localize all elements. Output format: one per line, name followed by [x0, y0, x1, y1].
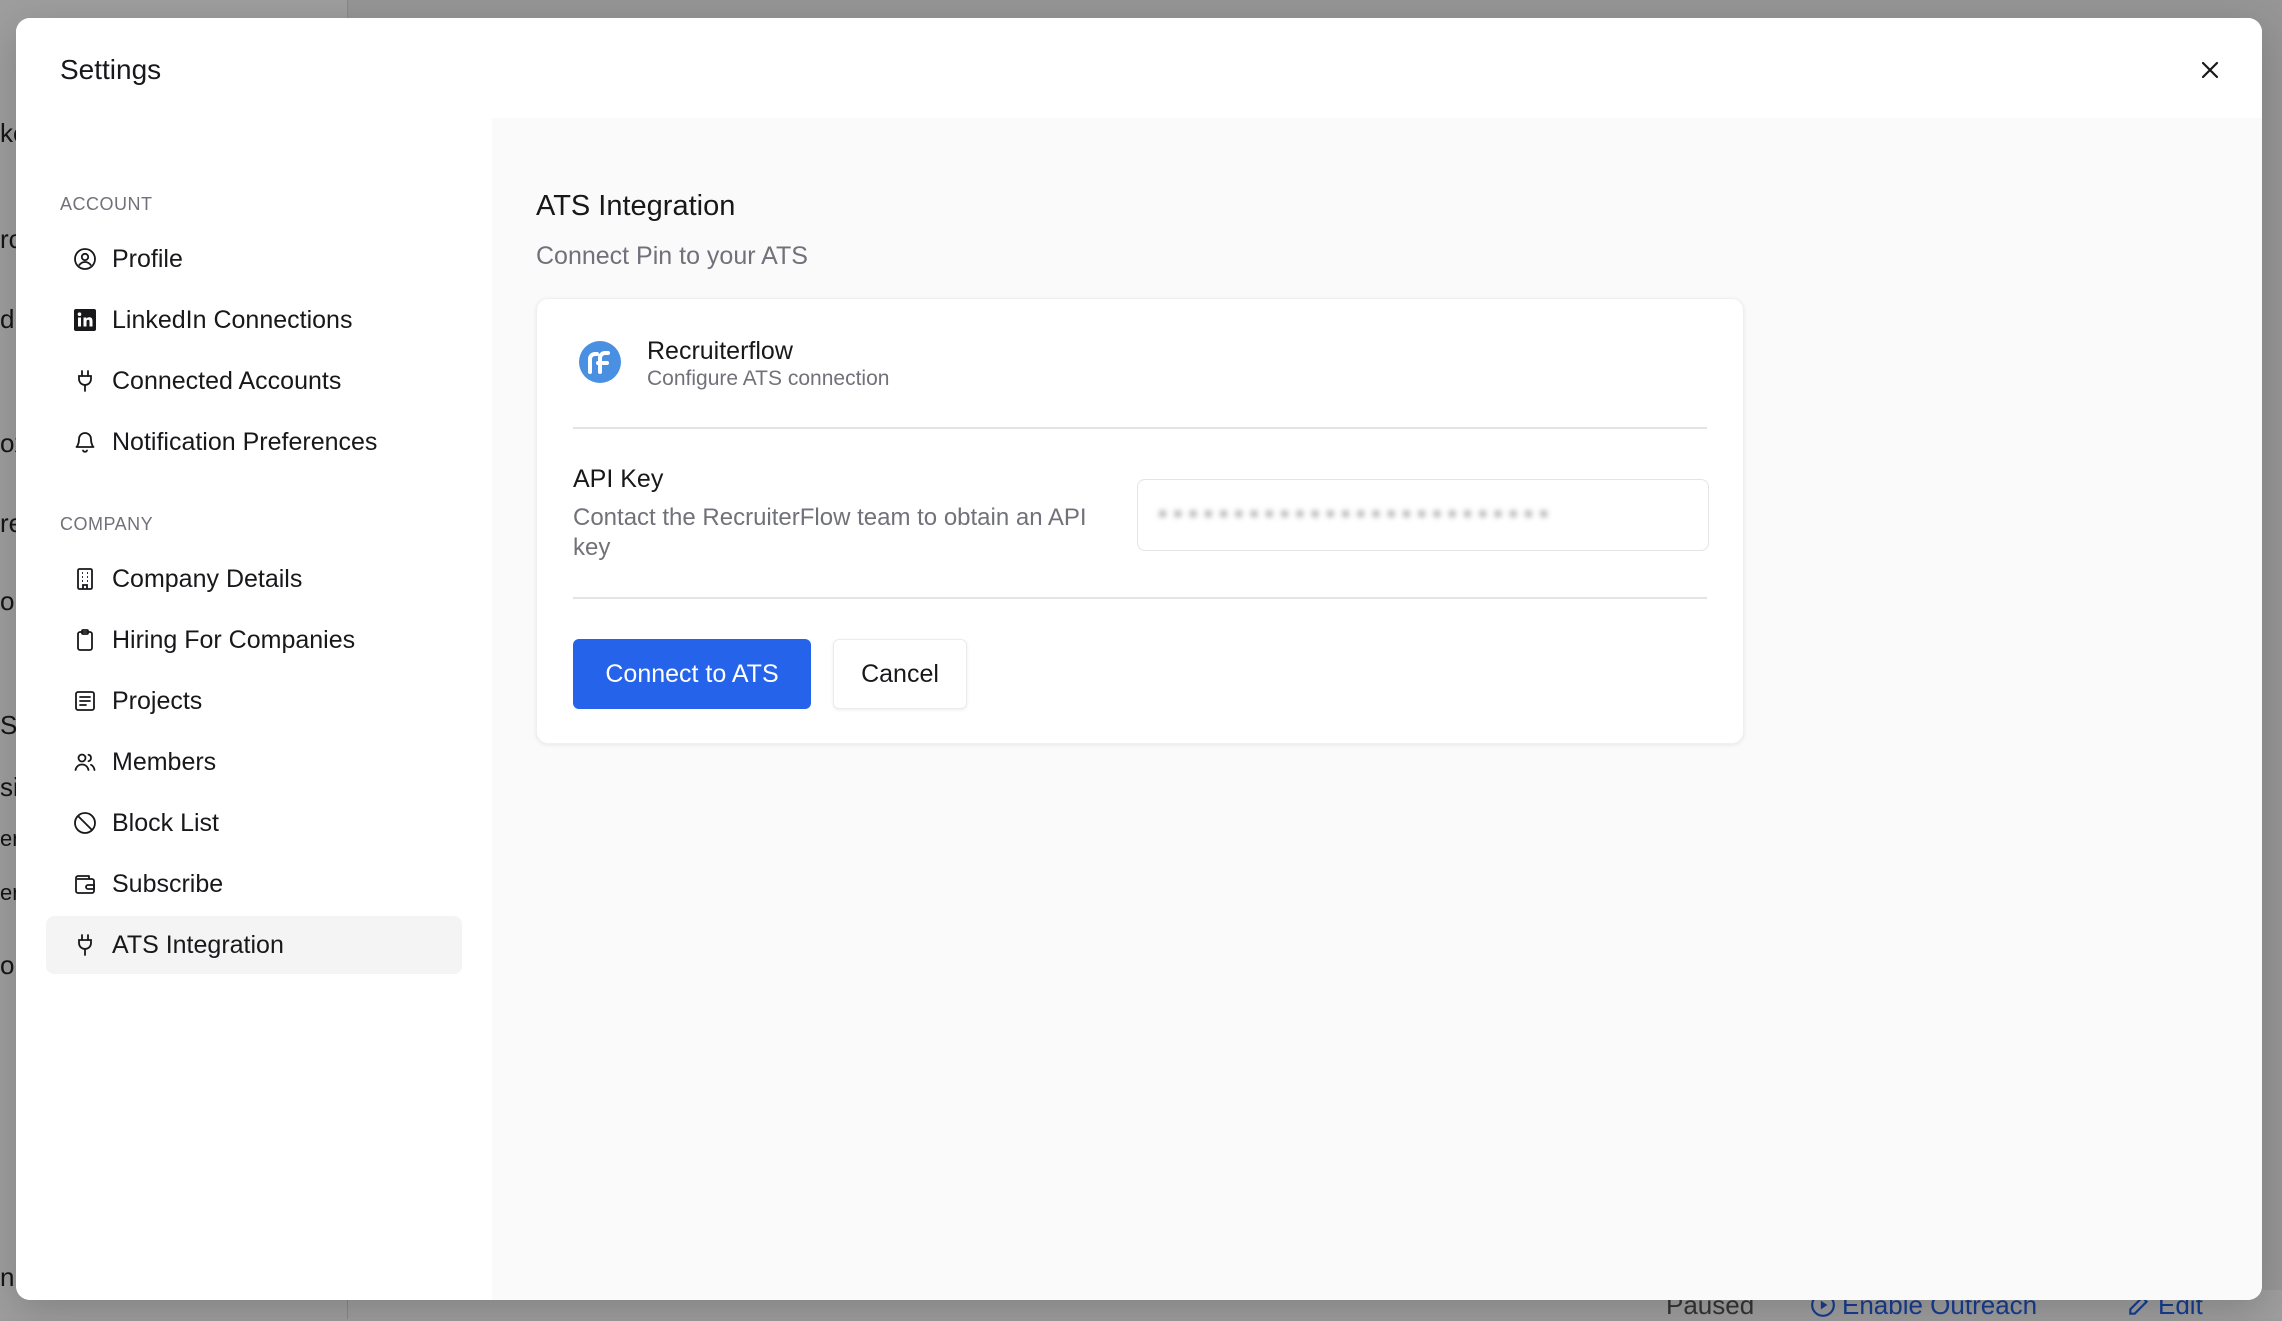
user-circle-icon — [72, 246, 98, 272]
settings-sidebar: ACCOUNT Profile LinkedIn Connections Con… — [16, 118, 492, 1300]
settings-content: ATS Integration Connect Pin to your ATS … — [492, 118, 2262, 1300]
sidebar-item-notification-preferences[interactable]: Notification Preferences — [46, 413, 462, 471]
api-key-help: Contact the RecruiterFlow team to obtain… — [573, 503, 1113, 563]
sidebar-item-label: Subscribe — [112, 870, 223, 899]
connect-to-ats-button[interactable]: Connect to ATS — [573, 639, 811, 709]
sidebar-item-profile[interactable]: Profile — [46, 230, 462, 288]
modal-title: Settings — [60, 54, 161, 86]
sidebar-item-label: ATS Integration — [112, 931, 284, 960]
clipboard-icon — [72, 627, 98, 653]
page-subtitle: Connect Pin to your ATS — [536, 242, 808, 271]
sidebar-item-ats-integration[interactable]: ATS Integration — [46, 916, 462, 974]
sidebar-item-label: Notification Preferences — [112, 428, 377, 457]
sidebar-item-subscribe[interactable]: Subscribe — [46, 855, 462, 913]
page-title: ATS Integration — [536, 190, 735, 223]
recruiterflow-logo — [577, 339, 623, 385]
sidebar-item-label: Members — [112, 748, 216, 777]
api-key-label: API Key — [573, 465, 663, 494]
settings-modal: Settings ACCOUNT Profile LinkedIn Connec… — [16, 18, 2262, 1300]
sidebar-item-label: Profile — [112, 245, 183, 274]
ats-provider-card: Recruiterflow Configure ATS connection A… — [536, 298, 1744, 744]
modal-header: Settings — [16, 18, 2262, 118]
close-icon — [2198, 58, 2222, 82]
divider — [573, 597, 1707, 599]
sidebar-item-label: Projects — [112, 687, 202, 716]
close-button[interactable] — [2192, 52, 2228, 88]
users-icon — [72, 749, 98, 775]
bell-icon — [72, 429, 98, 455]
sidebar-item-block-list[interactable]: Block List — [46, 794, 462, 852]
building-icon — [72, 566, 98, 592]
ban-icon — [72, 810, 98, 836]
sidebar-item-projects[interactable]: Projects — [46, 672, 462, 730]
plug-icon — [72, 368, 98, 394]
provider-description: Configure ATS connection — [647, 367, 889, 391]
provider-name: Recruiterflow — [647, 337, 793, 366]
section-label-company: COMPANY — [60, 514, 153, 535]
divider — [573, 427, 1707, 429]
sidebar-item-label: LinkedIn Connections — [112, 306, 352, 335]
sidebar-item-linkedin-connections[interactable]: LinkedIn Connections — [46, 291, 462, 349]
sidebar-item-members[interactable]: Members — [46, 733, 462, 791]
section-label-account: ACCOUNT — [60, 194, 153, 215]
sidebar-item-label: Hiring For Companies — [112, 626, 355, 655]
linkedin-icon — [72, 307, 98, 333]
wallet-icon — [72, 871, 98, 897]
plug-icon — [72, 932, 98, 958]
sidebar-item-label: Block List — [112, 809, 219, 838]
api-key-value: •••••••••••••••••••••••••• — [1156, 503, 1552, 528]
list-icon — [72, 688, 98, 714]
cancel-button[interactable]: Cancel — [833, 639, 967, 709]
sidebar-item-label: Connected Accounts — [112, 367, 341, 396]
sidebar-item-hiring-for-companies[interactable]: Hiring For Companies — [46, 611, 462, 669]
api-key-input[interactable]: •••••••••••••••••••••••••• — [1137, 479, 1709, 551]
sidebar-item-company-details[interactable]: Company Details — [46, 550, 462, 608]
sidebar-item-label: Company Details — [112, 565, 302, 594]
sidebar-item-connected-accounts[interactable]: Connected Accounts — [46, 352, 462, 410]
